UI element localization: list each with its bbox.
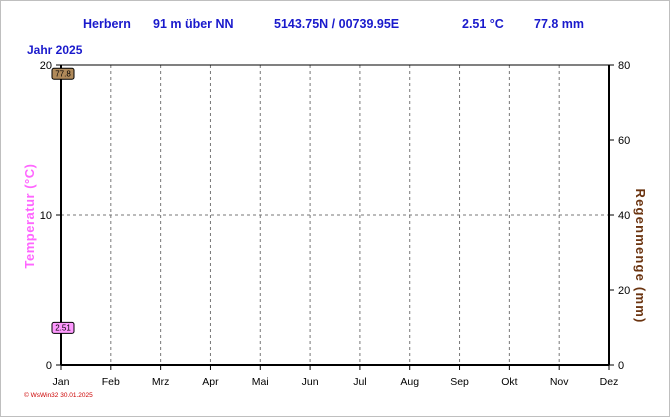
- x-tick-label: Nov: [550, 376, 569, 388]
- rain-marker-label: 77.8: [55, 69, 71, 78]
- x-tick-label: Apr: [202, 376, 219, 388]
- y-tick-label-left: 20: [40, 60, 52, 72]
- x-tick-label: Mrz: [152, 376, 170, 388]
- y-axis-title-temperature: Temperatur (°C): [22, 164, 37, 269]
- y-tick-label-right: 80: [618, 60, 630, 72]
- y-tick-label-left: 0: [46, 360, 52, 372]
- x-tick-label: Jun: [302, 376, 319, 388]
- x-tick-label: Okt: [501, 376, 517, 388]
- chart-canvas: Jan Feb Mrz Apr Mai Jun Jul Aug Sep Okt Nov Dez 0 10 2…: [22, 60, 648, 388]
- y-tick-label-right: 20: [618, 285, 630, 297]
- x-tick-label: Jul: [353, 376, 366, 388]
- y-tick-label-right: 40: [618, 210, 630, 222]
- footer-credit: © WsWin32 30.01.2025: [24, 392, 93, 399]
- y-tick-label-right: 60: [618, 135, 630, 147]
- y-tick-label-right: 0: [618, 360, 624, 372]
- x-tick-label: Dez: [600, 376, 619, 388]
- y-axis-title-rain: Regenmenge (mm): [633, 188, 648, 323]
- x-tick-label: Aug: [400, 376, 419, 388]
- temperature-marker-label: 2.51: [55, 323, 71, 332]
- x-tick-label: Feb: [102, 376, 120, 388]
- y-tick-label-left: 10: [40, 210, 52, 222]
- x-tick-label: Jan: [53, 376, 70, 388]
- x-tick-label: Mai: [252, 376, 269, 388]
- x-tick-label: Sep: [450, 376, 469, 388]
